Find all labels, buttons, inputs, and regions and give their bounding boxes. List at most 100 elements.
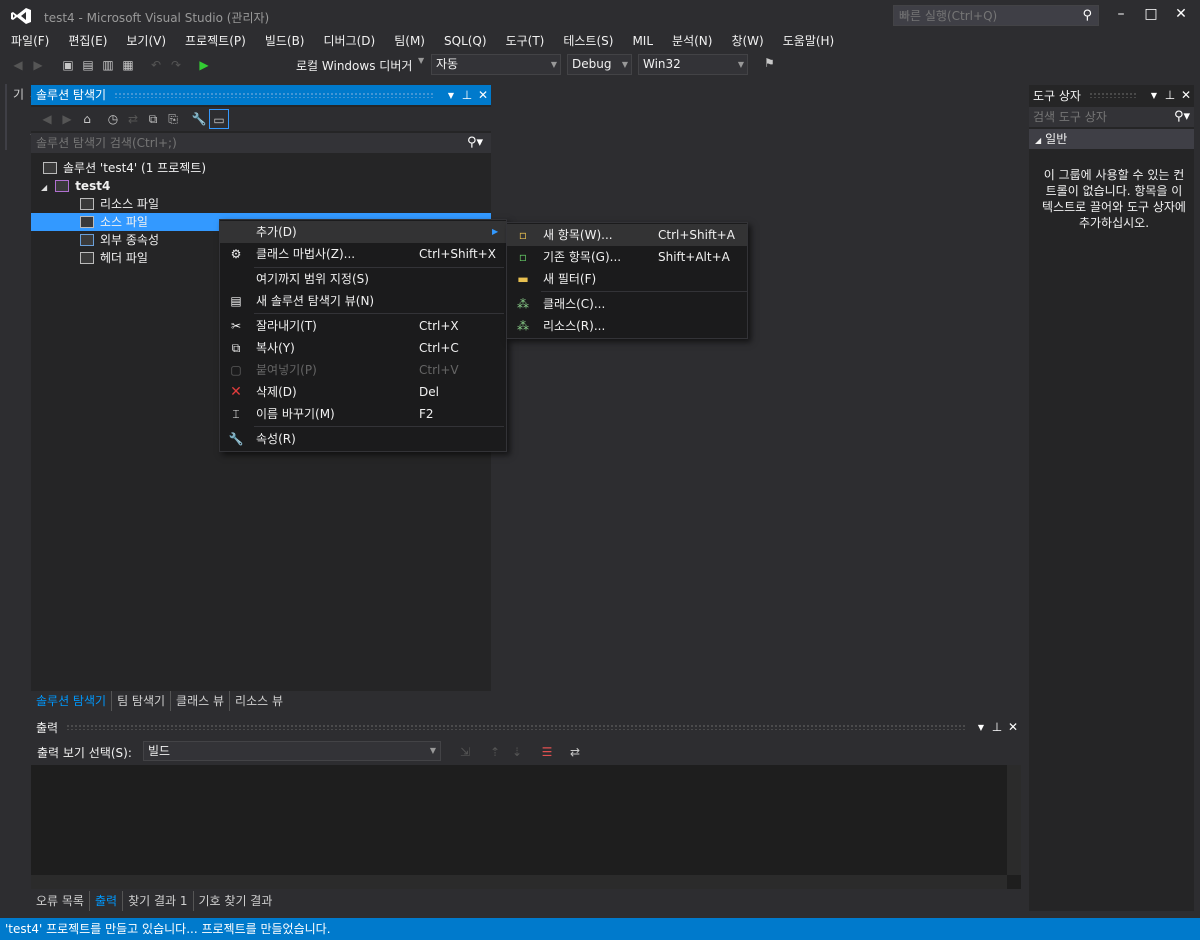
find-in-files-icon[interactable]: ⚑ (764, 56, 775, 70)
search-icon[interactable]: ⚲▾ (467, 135, 483, 150)
menu-item-properties[interactable]: 🔧 속성(R) (220, 428, 506, 450)
nav-forward-icon[interactable]: ▶ (28, 55, 48, 75)
tab-output[interactable]: 출력 (90, 891, 124, 911)
go-to-message-icon[interactable]: ⇲ (455, 742, 475, 762)
menu-window[interactable]: 창(W) (720, 31, 771, 51)
clear-all-icon[interactable]: ☰ (537, 742, 557, 762)
save-icon[interactable]: ▥ (98, 55, 118, 75)
forward-icon[interactable]: ▶ (57, 109, 77, 129)
menu-sql[interactable]: SQL(Q) (433, 31, 495, 51)
next-message-icon[interactable]: ⇣ (507, 742, 527, 762)
platform-combo[interactable]: Win32 ▼ (638, 54, 748, 75)
close-icon[interactable]: ✕ (475, 88, 491, 102)
debugger-label[interactable]: 로컬 Windows 디버거 (296, 57, 412, 74)
chevron-down-icon[interactable]: ▼ (418, 56, 424, 65)
pin-icon[interactable]: ⊥ (459, 88, 475, 102)
tree-folder-resources[interactable]: 리소스 파일 (31, 195, 491, 213)
open-file-icon[interactable]: ▤ (78, 55, 98, 75)
submenu-item-new-item[interactable]: ▫ 새 항목(W)... Ctrl+Shift+A (507, 224, 747, 246)
tab-resource-view[interactable]: 리소스 뷰 (230, 691, 288, 711)
quick-launch[interactable]: ⚲ (893, 5, 1099, 26)
menu-help[interactable]: 도움말(H) (772, 31, 843, 51)
server-explorer-tab[interactable]: 서버 탐색기 (5, 84, 42, 150)
maximize-button[interactable]: □ (1136, 4, 1166, 24)
toolbox-category-general[interactable]: ◢ 일반 (1029, 129, 1194, 149)
menu-build[interactable]: 빌드(B) (254, 31, 313, 51)
start-debug-icon[interactable]: ▶ (194, 55, 214, 75)
output-text-area[interactable] (31, 765, 1021, 889)
title-bar: test4 - Microsoft Visual Studio (관리자) ⚲ … (0, 0, 1200, 32)
chevron-down-icon[interactable]: ▼ (1146, 91, 1162, 100)
redo-icon[interactable]: ↷ (166, 55, 186, 75)
close-icon[interactable]: ✕ (1005, 720, 1021, 734)
toolbox-search-input[interactable] (1029, 107, 1159, 127)
menu-team[interactable]: 팀(M) (383, 31, 433, 51)
menu-analyze[interactable]: 분석(N) (661, 31, 720, 51)
menu-item-rename[interactable]: ⌶ 이름 바꾸기(M) F2 (220, 403, 506, 425)
close-icon[interactable]: ✕ (1178, 88, 1194, 102)
tab-find-results[interactable]: 찾기 결과 1 (123, 891, 194, 911)
word-wrap-icon[interactable]: ⇄ (565, 742, 585, 762)
menu-item-scope[interactable]: 여기까지 범위 지정(S) (220, 268, 506, 290)
submenu-item-resource[interactable]: ⁂ 리소스(R)... (507, 315, 747, 337)
pin-icon[interactable]: ⊥ (989, 720, 1005, 734)
config-combo[interactable]: Debug ▼ (567, 54, 632, 75)
chevron-down-icon[interactable]: ▼ (443, 91, 459, 100)
menu-item-class-wizard[interactable]: ⚙ 클래스 마법사(Z)... Ctrl+Shift+X (220, 243, 506, 265)
submenu-item-existing-item[interactable]: ▫ 기존 항목(G)... Shift+Alt+A (507, 246, 747, 268)
toolbox-search[interactable]: ⚲▾ (1029, 107, 1194, 127)
tab-find-symbol-results[interactable]: 기호 찾기 결과 (194, 891, 278, 911)
menu-edit[interactable]: 편집(E) (57, 31, 115, 51)
output-titlebar: 출력 ▼ ⊥ ✕ (31, 717, 1021, 737)
tab-error-list[interactable]: 오류 목록 (31, 891, 90, 911)
tab-class-view[interactable]: 클래스 뷰 (171, 691, 231, 711)
vertical-scrollbar[interactable] (1007, 765, 1021, 875)
pin-icon[interactable]: ⊥ (1162, 88, 1178, 102)
menu-debug[interactable]: 디버그(D) (313, 31, 384, 51)
menu-item-new-view[interactable]: ▤ 새 솔루션 탐색기 뷰(N) (220, 290, 506, 312)
menu-file[interactable]: 파일(F) (0, 31, 57, 51)
menu-item-delete[interactable]: ✕ 삭제(D) Del (220, 381, 506, 403)
menu-project[interactable]: 프로젝트(P) (174, 31, 254, 51)
home-icon[interactable]: ⌂ (77, 109, 97, 129)
horizontal-scrollbar[interactable] (31, 875, 1007, 889)
existing-item-icon: ▫ (518, 250, 528, 264)
menu-mil[interactable]: MIL (621, 31, 661, 51)
tree-solution[interactable]: 솔루션 'test4' (1 프로젝트) (31, 159, 491, 177)
menu-item-label: 클래스 마법사(Z)... (256, 247, 356, 261)
solution-explorer-search[interactable]: ⚲▾ (31, 133, 491, 153)
back-icon[interactable]: ◀ (37, 109, 57, 129)
solution-explorer-search-input[interactable] (31, 133, 431, 153)
menu-item-paste[interactable]: ▢ 붙여넣기(P) Ctrl+V (220, 359, 506, 381)
submenu-item-new-filter[interactable]: ▬ 새 필터(F) (507, 268, 747, 290)
output-source-combo[interactable]: 빌드 ▼ (143, 741, 441, 761)
menu-view[interactable]: 보기(V) (115, 31, 174, 51)
prev-message-icon[interactable]: ⇡ (485, 742, 505, 762)
tab-team-explorer[interactable]: 팀 탐색기 (112, 691, 172, 711)
tree-project[interactable]: ◢ test4 (31, 177, 491, 195)
menu-item-copy[interactable]: ⧉ 복사(Y) Ctrl+C (220, 337, 506, 359)
collapse-all-icon[interactable]: ⧉ (143, 109, 163, 129)
search-icon[interactable]: ⚲▾ (1174, 109, 1190, 124)
tab-solution-explorer[interactable]: 솔루션 탐색기 (31, 691, 113, 711)
show-all-files-icon[interactable]: ⎘ (163, 109, 183, 129)
solution-mode-combo[interactable]: 자동 ▼ (431, 54, 561, 75)
sync-icon[interactable]: ⇄ (123, 109, 143, 129)
menu-tools[interactable]: 도구(T) (495, 31, 553, 51)
preview-icon[interactable]: ▭ (209, 109, 229, 129)
new-project-icon[interactable]: ▣ (58, 55, 78, 75)
quick-launch-input[interactable] (894, 6, 1074, 25)
submenu-item-class[interactable]: ⁂ 클래스(C)... (507, 293, 747, 315)
menu-test[interactable]: 테스트(S) (552, 31, 621, 51)
menu-item-cut[interactable]: ✂ 잘라내기(T) Ctrl+X (220, 315, 506, 337)
properties-icon[interactable]: 🔧 (189, 109, 209, 129)
chevron-down-icon[interactable]: ▼ (973, 723, 989, 732)
nav-back-icon[interactable]: ◀ (8, 55, 28, 75)
close-button[interactable]: ✕ (1166, 4, 1196, 24)
undo-icon[interactable]: ↶ (146, 55, 166, 75)
history-icon[interactable]: ◷ (103, 109, 123, 129)
save-all-icon[interactable]: ▦ (118, 55, 138, 75)
minimize-button[interactable]: – (1106, 4, 1136, 24)
search-icon[interactable]: ⚲ (1082, 8, 1092, 23)
menu-item-add[interactable]: 추가(D) ▶ (220, 221, 506, 243)
